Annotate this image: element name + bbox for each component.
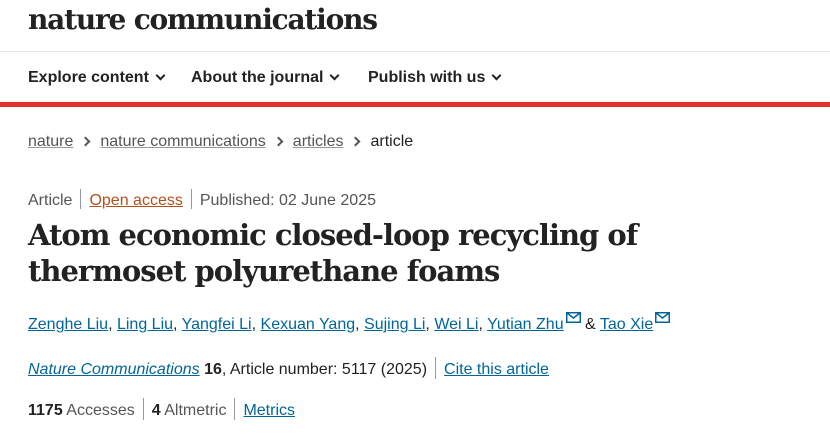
- chevron-down-icon: [155, 70, 166, 81]
- author-separator: ,: [425, 316, 430, 333]
- author-link[interactable]: Yangfei Li: [182, 316, 252, 333]
- nav-publish-with-us[interactable]: Publish with us: [368, 69, 502, 87]
- breadcrumb: nature nature communications articles artic…: [28, 133, 413, 151]
- altmetric-count: 4: [151, 402, 161, 419]
- author-link[interactable]: Yutian Zhu: [487, 316, 564, 333]
- altmetric-label: Altmetric: [164, 402, 227, 419]
- divider: [190, 189, 192, 209]
- author-separator: ,: [108, 316, 113, 333]
- author-and: &: [585, 316, 596, 333]
- breadcrumb-link-articles[interactable]: articles: [293, 133, 344, 150]
- article-title: Atom economic closed-loop recycling of t…: [28, 218, 638, 288]
- nav-label: About the journal: [191, 69, 324, 86]
- cite-article-link[interactable]: Cite this article: [444, 361, 549, 378]
- nav-label: Publish with us: [368, 69, 486, 86]
- nav-label: Explore content: [28, 69, 149, 86]
- divider: [142, 398, 144, 420]
- mail-icon[interactable]: [565, 312, 581, 323]
- site-header: nature communications: [0, 0, 830, 52]
- author-separator: ,: [173, 316, 178, 333]
- journal-link[interactable]: Nature Communications: [28, 361, 200, 378]
- breadcrumb-link-nature-communications[interactable]: nature communications: [100, 133, 265, 150]
- breadcrumb-current: article: [370, 133, 414, 150]
- breadcrumb-link-nature[interactable]: nature: [28, 133, 73, 150]
- article-meta: Article Open access Published: 02 June 202…: [28, 189, 376, 210]
- main-nav: Explore content About the journal Publis…: [0, 52, 830, 107]
- divider: [80, 189, 82, 209]
- chevron-down-icon: [329, 70, 340, 81]
- author-link[interactable]: Tao Xie: [600, 316, 653, 333]
- published-date: Published: 02 June 2025: [199, 192, 376, 209]
- article-metrics: 1175 Accesses 4 Altmetric Metrics: [28, 398, 295, 420]
- chevron-right-icon: [273, 136, 284, 147]
- chevron-down-icon: [491, 70, 502, 81]
- author-link[interactable]: Zenghe Liu: [28, 316, 108, 333]
- article-number: , Article number: 5117 (2025): [221, 361, 428, 378]
- author-separator: ,: [355, 316, 360, 333]
- metrics-link[interactable]: Metrics: [243, 402, 295, 419]
- author-list: Zenghe Liu, Ling Liu, Yangfei Li, Kexuan…: [28, 312, 671, 334]
- volume: 16: [204, 361, 222, 378]
- author-link[interactable]: Kexuan Yang: [261, 316, 356, 333]
- divider: [435, 357, 437, 379]
- accesses-count: 1175: [28, 402, 63, 419]
- open-access-link[interactable]: Open access: [89, 192, 182, 209]
- author-separator: ,: [478, 316, 483, 333]
- author-link[interactable]: Wei Li: [434, 316, 478, 333]
- accesses-label: Accesses: [66, 402, 135, 419]
- mail-icon[interactable]: [655, 312, 671, 323]
- chevron-right-icon: [351, 136, 361, 147]
- author-link[interactable]: Ling Liu: [117, 316, 173, 333]
- divider: [234, 398, 236, 420]
- chevron-right-icon: [80, 136, 91, 147]
- article-type: Article: [28, 192, 73, 209]
- nav-explore-content[interactable]: Explore content: [28, 69, 166, 87]
- citation-line: Nature Communications 16, Article number…: [28, 357, 549, 379]
- nav-about-journal[interactable]: About the journal: [191, 69, 340, 87]
- author-separator: ,: [251, 316, 257, 333]
- site-logo[interactable]: nature communications: [28, 3, 378, 36]
- author-link[interactable]: Sujing Li: [364, 316, 425, 333]
